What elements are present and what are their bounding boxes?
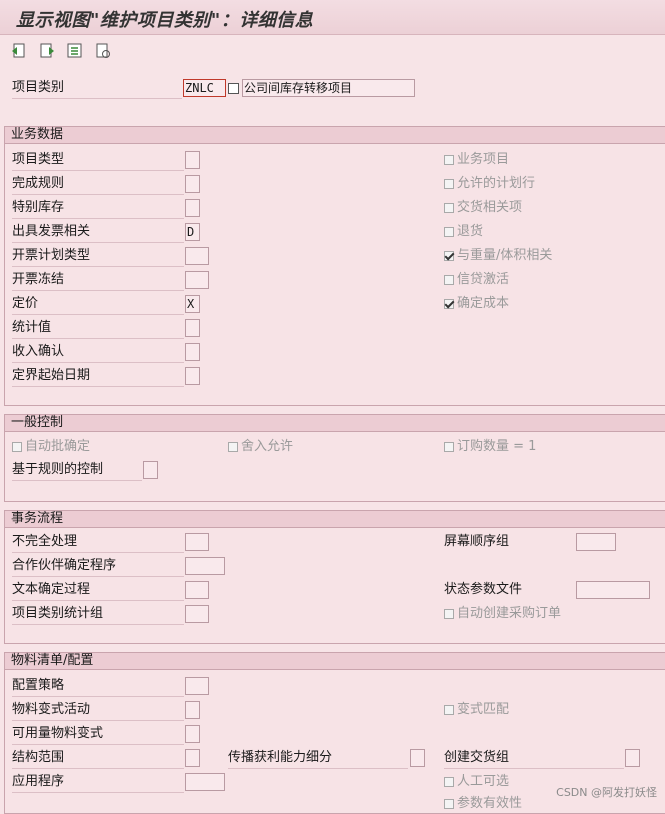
avail-variant-label: 可用量物料变式: [12, 724, 184, 745]
order-qty-checkbox[interactable]: 订购数量 = 1: [444, 437, 536, 457]
other-entry-icon[interactable]: [94, 42, 112, 60]
rule-control-label: 基于规则的控制: [12, 460, 142, 481]
stat-group-input[interactable]: [185, 605, 209, 623]
business-checkbox[interactable]: 退货: [444, 222, 483, 242]
rule-control-input[interactable]: [143, 461, 158, 479]
checkbox-label: 与重量/体积相关: [457, 248, 553, 263]
page-title: 显示视图"维护项目类别"：详细信息: [16, 10, 314, 31]
checkbox-label: 允许的计划行: [457, 176, 536, 191]
business-checkbox[interactable]: 确定成本: [444, 294, 509, 314]
checkbox-label: 确定成本: [457, 296, 510, 311]
business-row-input[interactable]: [185, 343, 200, 361]
business-row-input[interactable]: [185, 151, 200, 169]
delivery-group-input[interactable]: [625, 749, 640, 767]
auto-batch-checkbox[interactable]: 自动批确定: [12, 437, 90, 457]
stat-group-label: 项目类别统计组: [12, 604, 184, 625]
business-row-label: 特别库存: [12, 198, 184, 219]
business-row-input[interactable]: [185, 271, 209, 289]
checkbox-icon[interactable]: [444, 155, 454, 165]
profitability-label: 传播获利能力细分: [228, 748, 408, 769]
business-checkbox[interactable]: 交货相关项: [444, 198, 522, 218]
business-row-label: 开票计划类型: [12, 246, 184, 267]
manual-alt-checkbox[interactable]: 人工可选: [444, 772, 509, 792]
business-row-input[interactable]: X: [185, 295, 200, 313]
incompletion-label: 不完全处理: [12, 532, 184, 553]
screen-seq-label: 屏幕顺序组: [444, 534, 510, 549]
copy-icon[interactable]: [228, 83, 239, 94]
transaction-flow-heading: 事务流程: [5, 511, 665, 528]
partner-proc-input[interactable]: [185, 557, 225, 575]
next-entry-icon[interactable]: [38, 42, 56, 60]
business-checkbox[interactable]: 允许的计划行: [444, 174, 535, 194]
prev-entry-icon[interactable]: [10, 42, 28, 60]
avail-variant-input[interactable]: [185, 725, 200, 743]
profitability-input[interactable]: [410, 749, 425, 767]
status-profile-label: 状态参数文件: [444, 582, 523, 597]
business-row-label: 统计值: [12, 318, 184, 339]
title-bar: 显示视图"维护项目类别"：详细信息: [0, 0, 665, 35]
variant-match-checkbox[interactable]: 变式匹配: [444, 700, 509, 720]
item-category-label: 项目类别: [12, 78, 182, 99]
checkbox-label: 业务项目: [457, 152, 510, 167]
checkbox-icon[interactable]: [444, 179, 454, 189]
checkbox-icon[interactable]: [444, 275, 454, 285]
checkbox-label: 退货: [457, 224, 484, 239]
watermark: CSDN @阿发打妖怪: [556, 786, 657, 799]
variant-active-label: 物料变式活动: [12, 700, 184, 721]
business-row-label: 项目类型: [12, 150, 184, 171]
business-row-label: 出具发票相关: [12, 222, 184, 243]
business-row-input[interactable]: [185, 319, 200, 337]
incompletion-input[interactable]: [185, 533, 209, 551]
partner-proc-label: 合作伙伴确定程序: [12, 556, 184, 577]
business-row-input[interactable]: [185, 247, 209, 265]
business-row-input[interactable]: [185, 199, 200, 217]
config-strategy-label: 配置策略: [12, 676, 184, 697]
config-strategy-input[interactable]: [185, 677, 209, 695]
business-row-label: 定价: [12, 294, 184, 315]
checkbox-icon[interactable]: [444, 227, 454, 237]
text-proc-input[interactable]: [185, 581, 209, 599]
delivery-group-label: 创建交货组: [444, 748, 624, 769]
business-row-input[interactable]: [185, 367, 200, 385]
business-row-label: 开票冻结: [12, 270, 184, 291]
checkbox-icon[interactable]: [444, 203, 454, 213]
general-control-section: 一般控制: [4, 414, 665, 502]
checkbox-icon[interactable]: [444, 251, 454, 261]
business-checkbox[interactable]: 信贷激活: [444, 270, 509, 290]
rounding-checkbox[interactable]: 舍入允许: [228, 437, 293, 457]
business-row-label: 收入确认: [12, 342, 184, 363]
structure-scope-label: 结构范围: [12, 748, 184, 769]
structure-scope-input[interactable]: [185, 749, 200, 767]
status-profile-input[interactable]: [576, 581, 650, 599]
business-row-input[interactable]: D: [185, 223, 200, 241]
bom-config-heading: 物料清单/配置: [5, 653, 665, 670]
business-row-input[interactable]: [185, 175, 200, 193]
business-row-label: 定界起始日期: [12, 366, 184, 387]
checkbox-icon[interactable]: [444, 299, 454, 309]
screen-seq-input[interactable]: [576, 533, 616, 551]
checkbox-label: 交货相关项: [457, 200, 523, 215]
application-label: 应用程序: [12, 772, 184, 793]
toolbar: [10, 42, 112, 60]
item-category-desc: 公司间库存转移项目: [242, 79, 415, 97]
application-input[interactable]: [185, 773, 225, 791]
general-control-heading: 一般控制: [5, 415, 665, 432]
business-row-label: 完成规则: [12, 174, 184, 195]
checkbox-label: 信贷激活: [457, 272, 510, 287]
param-eff-checkbox[interactable]: 参数有效性: [444, 794, 522, 814]
text-proc-label: 文本确定过程: [12, 580, 184, 601]
business-data-heading: 业务数据: [5, 127, 665, 144]
variant-active-input[interactable]: [185, 701, 200, 719]
item-category-input[interactable]: ZNLC: [183, 79, 226, 97]
auto-po-checkbox[interactable]: 自动创建采购订单: [444, 604, 561, 624]
business-checkbox[interactable]: 业务项目: [444, 150, 509, 170]
business-checkbox[interactable]: 与重量/体积相关: [444, 246, 552, 266]
select-icon[interactable]: [66, 42, 84, 60]
